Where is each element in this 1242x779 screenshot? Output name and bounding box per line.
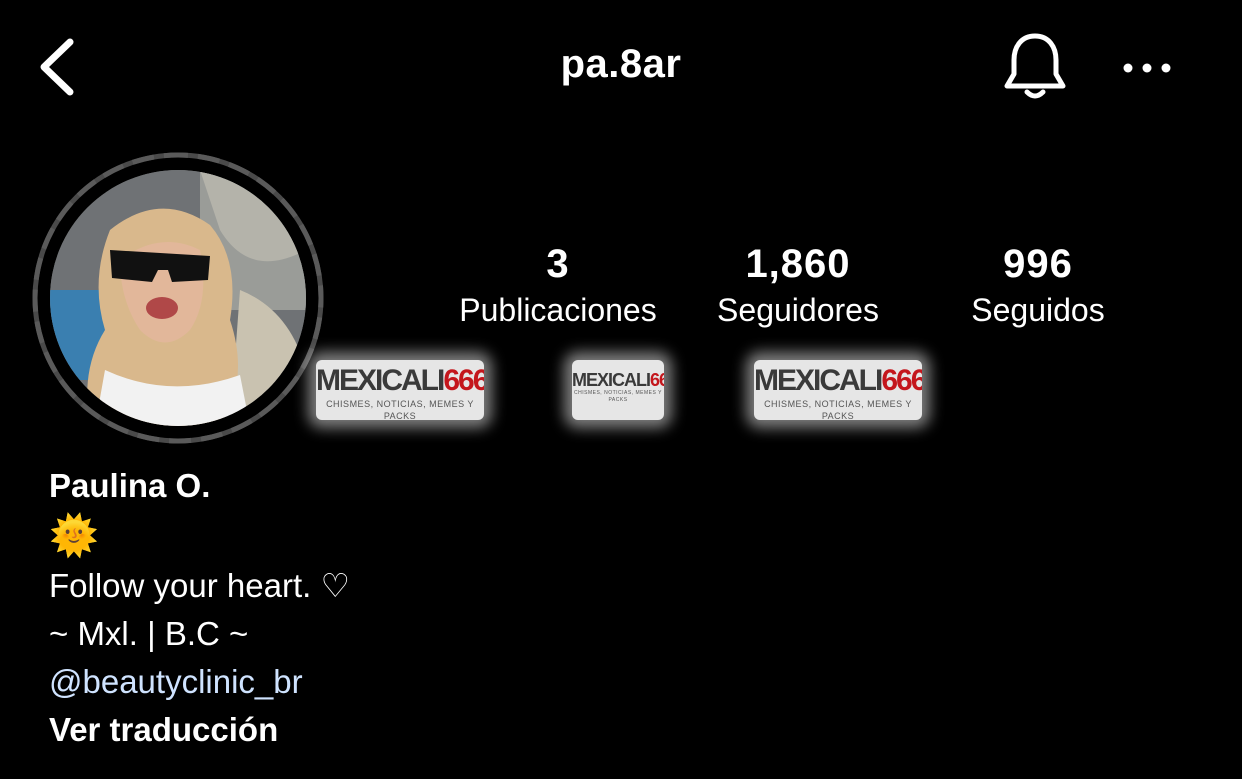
ellipsis-icon — [1123, 63, 1171, 73]
notifications-button[interactable] — [1002, 30, 1068, 102]
sun-emoji: 🌞 — [49, 514, 99, 558]
stat-followers-label: Seguidores — [717, 292, 879, 328]
stat-followers-value: 1,860 — [745, 242, 851, 286]
stat-posts-label: Publicaciones — [459, 292, 657, 328]
stat-following-label: Seguidos — [971, 292, 1105, 328]
stat-following[interactable]: 996 Seguidos — [918, 240, 1158, 332]
bio-line: ~ Mxl. | B.C ~ — [49, 615, 249, 652]
bio-mention-link[interactable]: @beautyclinic_br — [49, 658, 350, 706]
watermark-logo: MEXICALI666 CHISMES, NOTICIAS, MEMES Y P… — [316, 360, 484, 420]
stat-following-value: 996 — [1003, 242, 1073, 286]
profile-name: Paulina O. — [49, 467, 211, 504]
avatar — [50, 170, 306, 426]
stat-posts-value: 3 — [546, 242, 570, 286]
stat-followers[interactable]: 1,860 Seguidores — [678, 240, 918, 332]
watermark-logo: MEXICALI666 CHISMES, NOTICIAS, MEMES Y P… — [754, 360, 922, 420]
bell-icon — [1004, 33, 1066, 99]
stat-posts[interactable]: 3 Publicaciones — [438, 240, 678, 332]
profile-bio: Paulina O. 🌞 Follow your heart. ♡ ~ Mxl.… — [49, 462, 350, 754]
watermark-logo: MEXICALI666 CHISMES, NOTICIAS, MEMES Y P… — [572, 360, 664, 420]
more-options-button[interactable] — [1120, 55, 1174, 81]
see-translation-link[interactable]: Ver traducción — [49, 706, 350, 754]
bio-line: Follow your heart. ♡ — [49, 567, 351, 604]
profile-avatar[interactable] — [28, 148, 328, 448]
